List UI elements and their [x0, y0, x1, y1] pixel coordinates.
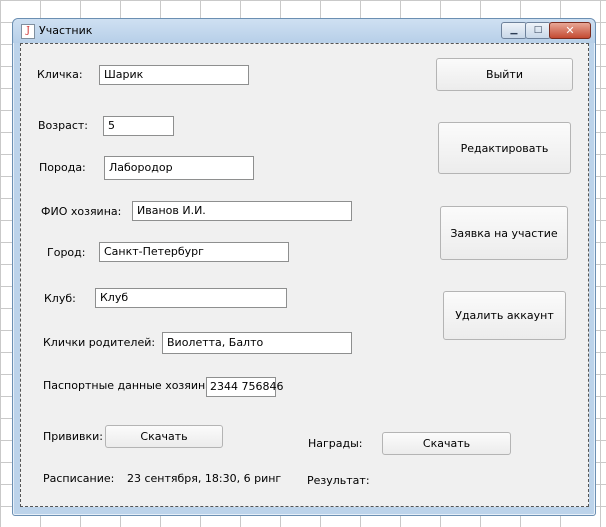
awards-download-button[interactable]: Скачать: [382, 432, 511, 455]
maximize-icon: □: [533, 25, 543, 35]
close-icon: ✕: [565, 24, 575, 37]
app-window: J Участник ▁ □ ✕ Кличка: Шарик Возраст: …: [12, 18, 596, 516]
parents-field[interactable]: Виолетта, Балто: [162, 332, 352, 354]
content-panel: Кличка: Шарик Возраст: 5 Порода: Лабород…: [20, 43, 589, 507]
parents-label: Клички родителей:: [43, 336, 156, 349]
schedule-value: 23 сентября, 18:30, 6 ринг: [127, 472, 282, 485]
apply-button[interactable]: Заявка на участие: [440, 206, 568, 260]
close-button[interactable]: ✕: [549, 22, 591, 39]
awards-label: Награды:: [308, 437, 363, 450]
java-icon: J: [21, 24, 35, 39]
passport-label: Паспортные данные хозяина:: [43, 379, 216, 392]
vaccines-download-button[interactable]: Скачать: [105, 425, 223, 448]
window-title: Участник: [39, 24, 93, 37]
owner-field[interactable]: Иванов И.И.: [132, 201, 352, 221]
schedule-label: Расписание:: [43, 472, 115, 485]
age-field[interactable]: 5: [103, 116, 174, 136]
edit-button[interactable]: Редактировать: [438, 122, 571, 174]
minimize-icon: ▁: [510, 25, 518, 35]
city-field[interactable]: Санкт-Петербург: [99, 242, 289, 262]
exit-button[interactable]: Выйти: [436, 58, 573, 91]
club-field[interactable]: Клуб: [95, 288, 287, 308]
vaccines-label: Прививки:: [43, 430, 104, 443]
club-label: Клуб:: [44, 292, 76, 305]
minimize-button[interactable]: ▁: [501, 22, 527, 39]
owner-label: ФИО хозяина:: [41, 205, 122, 218]
delete-account-button[interactable]: Удалить аккаунт: [443, 291, 566, 340]
nickname-label: Кличка:: [37, 68, 83, 81]
title-bar[interactable]: J Участник ▁ □ ✕: [13, 19, 595, 43]
passport-field[interactable]: 2344 756846: [206, 377, 283, 397]
nickname-field[interactable]: Шарик: [99, 65, 249, 85]
maximize-button[interactable]: □: [525, 22, 551, 39]
breed-field[interactable]: Лабородор: [104, 156, 254, 180]
desktop-background: { "window": { "title": "Участник", "min_…: [0, 0, 606, 527]
age-label: Возраст:: [38, 119, 89, 132]
city-label: Город:: [47, 246, 86, 259]
result-label: Результат:: [307, 474, 370, 487]
breed-label: Порода:: [39, 161, 86, 174]
